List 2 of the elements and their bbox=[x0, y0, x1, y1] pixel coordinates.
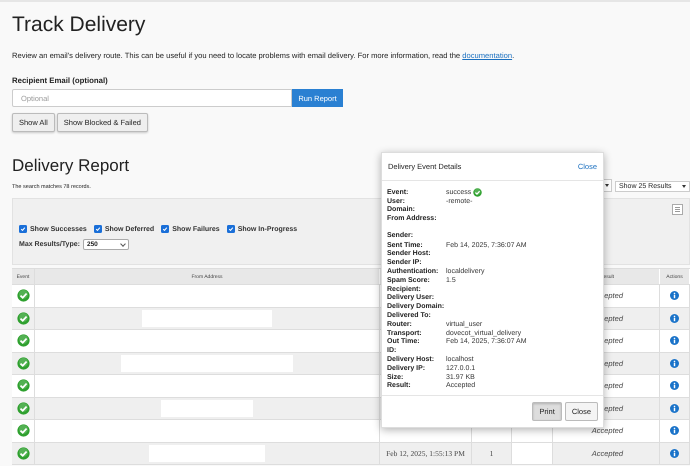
report-title: Delivery Report bbox=[12, 156, 130, 176]
page-title: Track Delivery bbox=[12, 13, 146, 37]
